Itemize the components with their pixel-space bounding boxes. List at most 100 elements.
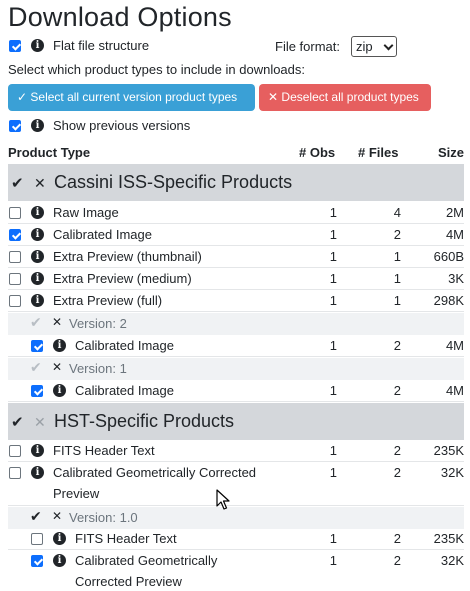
info-icon[interactable]: i <box>53 384 66 397</box>
table-row: i FITS Header Text 1 2 235K <box>8 528 464 550</box>
section-title: HST-Specific Products <box>54 411 235 431</box>
size: 3K <box>448 271 464 286</box>
deselect-section-x-icon[interactable]: ✕ <box>34 414 46 431</box>
select-version-check-icon[interactable]: ✔ <box>30 508 42 525</box>
obs-count: 1 <box>329 227 337 242</box>
size: 298K <box>433 293 464 308</box>
section-header-hst: ✔ ✕ HST-Specific Products <box>8 403 464 440</box>
size: 4M <box>445 227 464 242</box>
select-section-check-icon[interactable]: ✔ <box>11 413 24 431</box>
row-checkbox[interactable] <box>9 467 21 479</box>
deselect-section-x-icon[interactable]: ✕ <box>34 175 46 192</box>
product-name-line1: Calibrated Geometrically <box>75 553 218 568</box>
info-icon[interactable]: i <box>53 554 66 567</box>
product-name: Calibrated Image <box>75 383 174 398</box>
size: 4M <box>445 338 464 353</box>
size: 4M <box>445 383 464 398</box>
obs-count: 1 <box>329 465 337 480</box>
deselect-all-button[interactable]: ✕ Deselect all product types <box>259 84 431 111</box>
info-icon[interactable]: i <box>31 272 44 285</box>
table-row: i Calibrated Geometrically Corrected Pre… <box>8 550 464 591</box>
select-version-check-icon[interactable]: ✔ <box>30 359 42 376</box>
deselect-version-x-icon[interactable]: ✕ <box>52 315 62 329</box>
row-checkbox[interactable] <box>9 207 21 219</box>
row-checkbox[interactable] <box>9 273 21 285</box>
check-icon: ✓ <box>17 90 28 104</box>
info-icon[interactable]: i <box>31 39 44 52</box>
version-header: ✔ ✕ Version: 1.0 <box>8 507 464 529</box>
table-row: i Extra Preview (full) 1 1 298K <box>8 290 464 312</box>
obs-count: 1 <box>329 443 337 458</box>
file-count: 2 <box>393 553 401 568</box>
product-name: Extra Preview (thumbnail) <box>53 249 202 264</box>
obs-count: 1 <box>329 338 337 353</box>
product-name-line2: Corrected Preview <box>75 574 182 589</box>
file-count: 1 <box>393 293 401 308</box>
header-files: # Files <box>358 145 399 160</box>
show-previous-versions-checkbox[interactable] <box>9 120 21 132</box>
version-label: Version: 1 <box>69 361 127 376</box>
flat-file-label: Flat file structure <box>53 38 150 53</box>
table-row: i Calibrated Geometrically Corrected Pre… <box>8 462 464 506</box>
section-header-cassini: ✔ ✕ Cassini ISS-Specific Products <box>8 164 464 201</box>
file-count: 1 <box>393 249 401 264</box>
version-header: ✔ ✕ Version: 2 <box>8 313 464 335</box>
version-label: Version: 2 <box>69 316 127 331</box>
obs-count: 1 <box>329 383 337 398</box>
file-count: 4 <box>393 205 401 220</box>
row-checkbox[interactable] <box>9 251 21 263</box>
size: 32K <box>440 465 464 480</box>
row-checkbox[interactable] <box>31 533 43 545</box>
section-title: Cassini ISS-Specific Products <box>54 172 293 192</box>
product-name: Calibrated Image <box>75 338 174 353</box>
deselect-version-x-icon[interactable]: ✕ <box>52 509 62 523</box>
info-icon[interactable]: i <box>31 250 44 263</box>
file-count: 2 <box>393 531 401 546</box>
table-row: i Extra Preview (thumbnail) 1 1 660B <box>8 246 464 268</box>
product-name: Raw Image <box>53 205 119 220</box>
row-checkbox[interactable] <box>31 555 43 567</box>
file-count: 2 <box>393 338 401 353</box>
size: 235K <box>433 531 464 546</box>
row-checkbox[interactable] <box>31 340 43 352</box>
select-all-button[interactable]: ✓ Select all current version product typ… <box>8 84 255 111</box>
info-icon[interactable]: i <box>31 466 44 479</box>
file-format-select[interactable]: zip <box>351 36 397 57</box>
select-version-check-icon[interactable]: ✔ <box>30 314 42 331</box>
info-icon[interactable]: i <box>53 339 66 352</box>
product-name-line2: Preview <box>53 486 100 501</box>
table-row: i Calibrated Image 1 2 4M <box>8 380 464 402</box>
info-icon[interactable]: i <box>31 119 44 132</box>
file-count: 1 <box>393 271 401 286</box>
info-icon[interactable]: i <box>31 206 44 219</box>
header-product-type: Product Type <box>8 145 91 160</box>
info-icon[interactable]: i <box>31 228 44 241</box>
table-row: i Calibrated Image 1 2 4M <box>8 335 464 357</box>
row-checkbox[interactable] <box>9 445 21 457</box>
info-icon[interactable]: i <box>53 532 66 545</box>
flat-file-checkbox[interactable] <box>9 40 21 52</box>
header-obs: # Obs <box>299 145 336 160</box>
info-icon[interactable]: i <box>31 444 44 457</box>
row-checkbox[interactable] <box>9 295 21 307</box>
obs-count: 1 <box>329 249 337 264</box>
row-checkbox[interactable] <box>31 385 43 397</box>
size: 32K <box>440 553 464 568</box>
deselect-all-label: Deselect all product types <box>281 90 419 104</box>
file-count: 2 <box>393 383 401 398</box>
select-all-label: Select all current version product types <box>30 90 238 104</box>
mouse-cursor-icon <box>216 489 230 510</box>
size: 2M <box>445 205 464 220</box>
row-checkbox[interactable] <box>9 229 21 241</box>
product-name: FITS Header Text <box>53 443 155 458</box>
size: 660B <box>433 249 464 264</box>
info-icon[interactable]: i <box>31 294 44 307</box>
table-row: i FITS Header Text 1 2 235K <box>8 440 464 462</box>
table-row: i Raw Image 1 4 2M <box>8 202 464 224</box>
select-section-check-icon[interactable]: ✔ <box>11 174 24 192</box>
deselect-version-x-icon[interactable]: ✕ <box>52 360 62 374</box>
product-name-line1: Calibrated Geometrically Corrected <box>53 465 257 480</box>
page-title: Download Options <box>8 2 232 32</box>
product-name: Calibrated Image <box>53 227 152 242</box>
version-label: Version: 1.0 <box>69 510 138 525</box>
